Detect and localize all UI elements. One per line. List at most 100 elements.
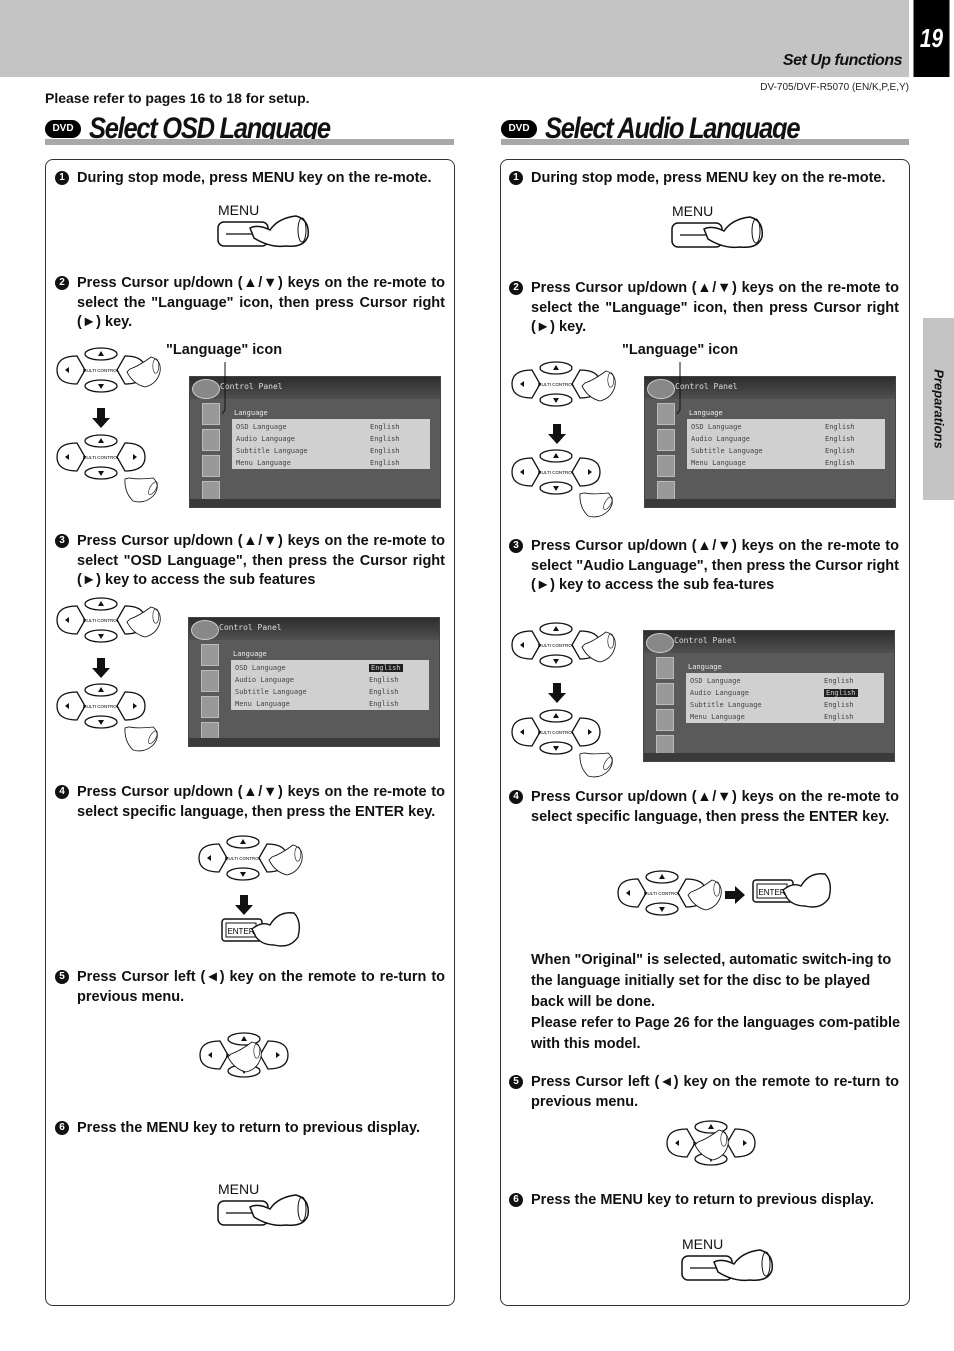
language-list: OSD Language English Audio Language Englis…: [232, 419, 430, 469]
list-item-selected: OSD Language English: [235, 664, 403, 672]
osd-title-rule: [45, 139, 454, 145]
osd-step-5: 5 Press Cursor left (◄) key on the remot…: [55, 968, 445, 1007]
dvd-badge-icon: DVD: [45, 120, 81, 138]
down-arrow-icon: [92, 408, 110, 428]
display-icon: [657, 455, 675, 477]
original-note: When "Original" is selected, automatic s…: [531, 952, 892, 1010]
language-list: OSD Language English Audio Language Englis…: [687, 419, 885, 469]
step-number-icon: 4: [509, 790, 523, 804]
language-list: OSD Language English Audio Language Englis…: [231, 660, 429, 710]
audio-icon: [202, 429, 220, 451]
menu-button-icon: [671, 216, 764, 249]
audio-icon: [656, 683, 674, 705]
logo-icon: [192, 379, 220, 399]
language-icon: [656, 657, 674, 679]
multi-control-icon: [511, 361, 616, 407]
audio-step-2: 2 Press Cursor up/down (▲/▼) keys on the…: [509, 279, 899, 338]
list-item: Subtitle Language English: [690, 701, 854, 709]
step-number-icon: 4: [55, 785, 69, 799]
step-text: Press Cursor left (◄) key on the remote …: [531, 1074, 899, 1110]
step-number-icon: 5: [55, 970, 69, 984]
screen-section: Language: [233, 650, 267, 658]
multi-control-icon: [56, 683, 162, 759]
list-item: Menu Language English: [235, 700, 399, 708]
enter-button-icon: [752, 873, 832, 908]
multi-control-icon: [56, 597, 161, 643]
side-tab-label: Preparations: [931, 369, 946, 449]
multi-control-icon: [666, 1120, 756, 1166]
multi-control-icon: [617, 870, 722, 916]
dvd-badge-icon: DVD: [501, 120, 537, 138]
step-number-icon: 1: [509, 171, 523, 185]
multi-control-icon: [56, 434, 162, 510]
screen-header: Control Panel: [644, 631, 894, 653]
screen-footer: [644, 753, 894, 761]
osd-step-2: 2 Press Cursor up/down (▲/▼) keys on the…: [55, 274, 445, 333]
step-number-icon: 6: [55, 1121, 69, 1135]
callout-line: [221, 362, 226, 415]
osd-step-4: 4 Press Cursor up/down (▲/▼) keys on the…: [55, 783, 445, 822]
callout-line: [676, 362, 681, 415]
multi-control-icon: [56, 347, 161, 393]
step-text: Press Cursor up/down (▲/▼) keys on the r…: [77, 784, 445, 820]
display-icon: [202, 455, 220, 477]
step-number-icon: 6: [509, 1193, 523, 1207]
step-text: Press the MENU key to return to previous…: [77, 1120, 420, 1136]
screen-section: Language: [234, 409, 268, 417]
audio-step-3: 3 Press Cursor up/down (▲/▼) keys on the…: [509, 537, 899, 596]
step-number-icon: 2: [55, 276, 69, 290]
audio-step-1: 1 During stop mode, press MENU key on th…: [509, 169, 899, 189]
osd-step-3: 3 Press Cursor up/down (▲/▼) keys on the…: [55, 532, 445, 591]
step-text: Press Cursor up/down (▲/▼) keys on the r…: [531, 538, 899, 593]
screen-header-text: Control Panel: [219, 623, 282, 632]
list-item: OSD Language English: [691, 423, 855, 431]
audio-step-4: 4 Press Cursor up/down (▲/▼) keys on the…: [509, 788, 899, 827]
step-text: Press Cursor up/down (▲/▼) keys on the r…: [77, 533, 445, 588]
screen-side-icons: [657, 403, 675, 503]
audio-step-5: 5 Press Cursor left (◄) key on the remot…: [509, 1073, 899, 1112]
language-icon: [657, 403, 675, 425]
list-item: OSD Language English: [690, 677, 854, 685]
logo-icon: [191, 620, 219, 640]
menu-button-icon: [681, 1249, 774, 1282]
down-arrow-icon: [92, 658, 110, 678]
audio-icon: [201, 670, 219, 692]
multi-control-icon: [511, 449, 617, 525]
control-panel-screen-audio: Control Panel Language OSD Language Engli…: [643, 630, 895, 762]
down-arrow-icon: [235, 895, 253, 915]
audio-icon: [657, 429, 675, 451]
multi-control-icon: [198, 835, 303, 881]
screen-side-icons: [202, 403, 220, 503]
list-item: Menu Language English: [691, 459, 855, 467]
multi-control-icon: [511, 709, 617, 785]
down-arrow-icon: [548, 424, 566, 444]
list-item: Menu Language English: [236, 459, 400, 467]
language-icon-callout: "Language" icon: [166, 342, 283, 358]
step-text: Press Cursor up/down (▲/▼) keys on the r…: [531, 789, 899, 825]
step-number-icon: 3: [509, 539, 523, 553]
screen-header-text: Control Panel: [674, 636, 737, 645]
step-number-icon: 2: [509, 281, 523, 295]
display-icon: [656, 709, 674, 731]
screen-header: Control Panel: [189, 618, 439, 640]
compatible-note: Please refer to Page 26 for the language…: [531, 1015, 901, 1052]
screen-footer: [190, 499, 440, 507]
side-tab: Preparations: [923, 318, 954, 500]
list-item-selected: Audio Language English: [690, 689, 858, 697]
step-text: During stop mode, press MENU key on the …: [77, 170, 432, 186]
control-panel-screen-osd: Control Panel Language OSD Language Engli…: [188, 617, 440, 747]
right-arrow-icon: [725, 886, 745, 904]
logo-icon: [646, 633, 674, 653]
screen-footer: [645, 499, 895, 507]
model-number: DV-705/DVF-R5070 (EN/K,P,E,Y): [760, 82, 909, 93]
step-text: Press Cursor left (◄) key on the remote …: [77, 969, 445, 1005]
screen-section: Language: [689, 409, 723, 417]
multi-control-icon: [199, 1032, 289, 1078]
osd-step-1: 1 During stop mode, press MENU key on th…: [55, 169, 445, 189]
multi-control-icon: [511, 622, 616, 668]
language-list: OSD Language English Audio Language Englis…: [686, 673, 884, 723]
list-item: OSD Language English: [236, 423, 400, 431]
down-arrow-icon: [548, 683, 566, 703]
menu-button-icon: [217, 215, 310, 248]
step-text: Press the MENU key to return to previous…: [531, 1192, 874, 1208]
